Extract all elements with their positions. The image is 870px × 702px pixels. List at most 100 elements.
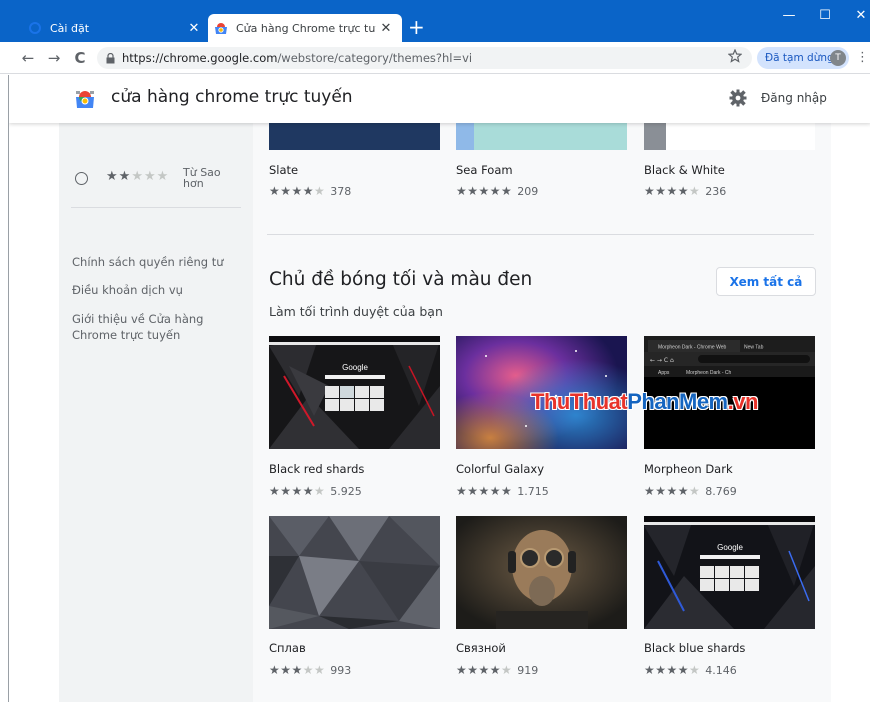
- webpage: ★★★★★ Từ Sao hơn Chính sách quyền riêng …: [8, 75, 870, 702]
- rating-filter-radio[interactable]: [75, 172, 88, 185]
- profile-status: Đã tạm dừng: [765, 52, 834, 64]
- theme-name[interactable]: Сплав: [269, 641, 306, 655]
- maximize-button[interactable]: ☐: [814, 8, 836, 23]
- preview-tab-1: Morpheon Dark - Chrome Web: [658, 345, 726, 351]
- privacy-link[interactable]: Chính sách quyền riêng tư: [72, 254, 244, 270]
- terms-link[interactable]: Điều khoản dịch vụ: [72, 282, 244, 298]
- window-close-button[interactable]: ✕: [850, 8, 870, 23]
- star-outline-icon[interactable]: [728, 49, 742, 63]
- main-content: Slate Sea Foam Black & White ★★★★★ 378 ★…: [253, 123, 831, 702]
- rating-count: 8.769: [705, 484, 737, 498]
- tab-webstore[interactable]: Cửa hàng Chrome trực tuyến - C ✕: [208, 14, 402, 42]
- browser-toolbar: ← → C https://chrome.google.com/webstore…: [0, 42, 870, 74]
- tab-title: Cài đặt: [50, 21, 90, 35]
- splav-preview: [269, 516, 440, 629]
- black-red-shards-preview: Google: [269, 336, 440, 449]
- rating-stars: ★★★★★: [269, 184, 326, 198]
- theme-rating: ★★★★★ 993: [269, 663, 351, 677]
- rating-count: 4.146: [705, 663, 737, 677]
- sign-in-link[interactable]: Đăng nhập: [761, 91, 827, 105]
- back-button[interactable]: ←: [18, 48, 38, 68]
- webstore-logo-icon[interactable]: [75, 89, 95, 109]
- sidebar: ★★★★★ Từ Sao hơn Chính sách quyền riêng …: [59, 123, 253, 702]
- theme-name[interactable]: Связной: [456, 641, 506, 655]
- close-icon[interactable]: ✕: [184, 21, 204, 36]
- theme-thumbnail-sea-foam[interactable]: [456, 123, 627, 150]
- theme-rating: ★★★★★ 378: [269, 184, 351, 198]
- preview-tab-2: New Tab: [744, 345, 764, 351]
- tab-settings[interactable]: Cài đặt ✕: [22, 14, 210, 42]
- reload-button[interactable]: C: [70, 48, 90, 68]
- preview-google-logo: Google: [342, 363, 368, 372]
- rating-count: 5.925: [330, 484, 362, 498]
- theme-name[interactable]: Black red shards: [269, 462, 364, 476]
- section-title: Chủ đề bóng tối và màu đen: [269, 269, 533, 290]
- store-header: cửa hàng chrome trực tuyến Đăng nhập: [9, 75, 870, 123]
- avatar: T: [830, 50, 846, 66]
- preview-google-logo: Google: [717, 543, 743, 552]
- new-tab-button[interactable]: +: [408, 16, 425, 38]
- close-icon[interactable]: ✕: [376, 21, 396, 36]
- store-title[interactable]: cửa hàng chrome trực tuyến: [111, 87, 353, 107]
- tab-strip: Cài đặt ✕ Cửa hàng Chrome trực tuyến - C…: [0, 0, 870, 42]
- rating-stars: ★★★★★: [644, 184, 701, 198]
- theme-name[interactable]: Black blue shards: [644, 641, 745, 655]
- rating-stars: ★★★★★: [269, 663, 326, 677]
- theme-name[interactable]: Slate: [269, 163, 298, 177]
- theme-rating: ★★★★★ 919: [456, 663, 538, 677]
- theme-rating: ★★★★★ 1.715: [456, 484, 549, 498]
- theme-thumbnail-black-red-shards[interactable]: Google: [269, 336, 440, 449]
- rating-count: 209: [517, 184, 539, 198]
- menu-icon[interactable]: ⋮: [856, 50, 869, 65]
- url-host: https://chrome.google.com: [122, 51, 278, 65]
- svyaznoy-preview: [456, 516, 627, 629]
- preview-apps: Apps: [658, 370, 670, 376]
- lock-icon: [106, 52, 115, 63]
- section-divider: [267, 234, 814, 235]
- webstore-icon: [215, 23, 227, 34]
- address-bar[interactable]: https://chrome.google.com/webstore/categ…: [97, 47, 752, 69]
- preview-bookmark: Morpheon Dark - Ch: [686, 370, 732, 376]
- theme-name[interactable]: Colorful Galaxy: [456, 462, 544, 476]
- rating-count: 993: [330, 663, 352, 677]
- profile-paused-chip[interactable]: Đã tạm dừng T: [757, 47, 849, 69]
- rating-count: 919: [517, 663, 539, 677]
- theme-thumbnail-black-blue-shards[interactable]: Google: [644, 516, 815, 629]
- theme-rating: ★★★★★ 4.146: [644, 663, 737, 677]
- theme-thumbnail-slate[interactable]: [269, 123, 440, 150]
- see-all-button[interactable]: Xem tất cả: [716, 267, 816, 296]
- theme-name[interactable]: Black & White: [644, 163, 725, 177]
- theme-name[interactable]: Sea Foam: [456, 163, 513, 177]
- theme-rating: ★★★★★ 8.769: [644, 484, 737, 498]
- rating-count: 1.715: [517, 484, 549, 498]
- theme-rating: ★★★★★ 5.925: [269, 484, 362, 498]
- url-path: /webstore/category/themes?hl=vi: [277, 51, 473, 65]
- theme-rating: ★★★★★ 236: [644, 184, 726, 198]
- gear-icon: [29, 22, 41, 34]
- theme-thumbnail-svyaznoy[interactable]: [456, 516, 627, 629]
- forward-button[interactable]: →: [44, 48, 64, 68]
- black-blue-shards-preview: Google: [644, 516, 815, 629]
- section-subtitle: Làm tối trình duyệt của bạn: [269, 304, 443, 319]
- preview-nav: ← → C ⌂: [650, 357, 674, 364]
- rating-stars: ★★★★★: [456, 184, 513, 198]
- watermark: ThuThuatPhanMem.vn: [531, 389, 758, 414]
- tab-title: Cửa hàng Chrome trực tuyến - C: [236, 21, 376, 35]
- theme-thumbnail-splav[interactable]: [269, 516, 440, 629]
- rating-stars: ★★★★★: [644, 484, 701, 498]
- rating-filter-stars[interactable]: ★★★★★: [106, 169, 169, 184]
- rating-stars: ★★★★★: [644, 663, 701, 677]
- theme-name[interactable]: Morpheon Dark: [644, 462, 733, 476]
- theme-thumbnail-black-white[interactable]: [644, 123, 815, 150]
- rating-count: 378: [330, 184, 352, 198]
- minimize-button[interactable]: —: [778, 8, 800, 23]
- about-link[interactable]: Giới thiệu về Cửa hàng Chrome trực tuyến: [72, 311, 244, 343]
- rating-stars: ★★★★★: [456, 663, 513, 677]
- rating-filter-text: hơn: [183, 177, 204, 190]
- gear-icon[interactable]: [729, 89, 747, 107]
- rating-stars: ★★★★★: [456, 484, 513, 498]
- rating-stars: ★★★★★: [269, 484, 326, 498]
- rating-count: 236: [705, 184, 727, 198]
- sidebar-divider: [71, 207, 241, 208]
- theme-rating: ★★★★★ 209: [456, 184, 538, 198]
